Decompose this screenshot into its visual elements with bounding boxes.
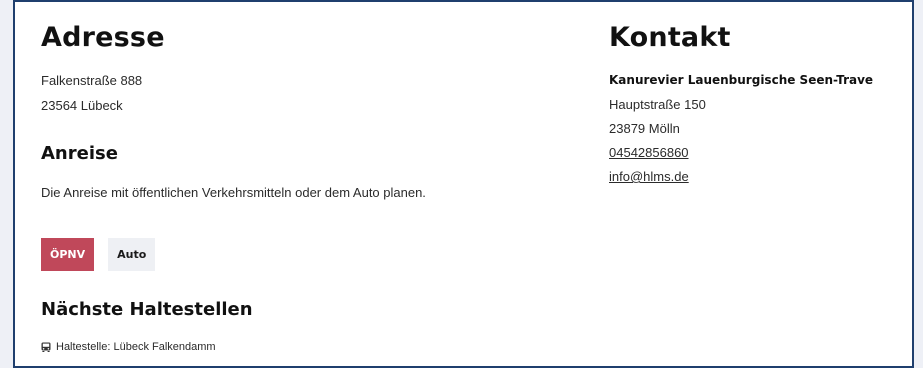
- address-street: Falkenstraße 888: [41, 73, 143, 88]
- location-card: Adresse Falkenstraße 888 23564 Lübeck An…: [13, 0, 914, 368]
- auto-button[interactable]: Auto: [108, 238, 156, 271]
- transport-toggle: ÖPNV Auto: [41, 238, 156, 271]
- address-column: Adresse Falkenstraße 888 23564 Lübeck An…: [41, 22, 511, 353]
- address-city: 23564 Lübeck: [41, 98, 123, 113]
- contact-column: Kontakt Kanurevier Lauenburgische Seen-T…: [609, 24, 909, 192]
- address-heading: Adresse: [41, 22, 165, 53]
- list-item: Haltestelle: Lübeck Falkendamm: [41, 340, 216, 354]
- oepnv-button[interactable]: ÖPNV: [41, 238, 95, 271]
- contact-org: Kanurevier Lauenburgische Seen-Trave: [609, 73, 874, 87]
- phone-link[interactable]: 04542856860: [609, 145, 689, 160]
- stops-heading: Nächste Haltestellen: [41, 299, 253, 320]
- stop-label: Haltestelle: Lübeck Falkendamm: [56, 341, 216, 353]
- contact-street: Hauptstraße 150: [609, 97, 706, 112]
- bus-icon: [41, 342, 51, 352]
- contact-heading: Kontakt: [609, 22, 731, 53]
- contact-block: Kanurevier Lauenburgische Seen-Trave Hau…: [609, 72, 909, 185]
- address-block: Falkenstraße 888 23564 Lübeck: [41, 72, 511, 114]
- anreise-description: Die Anreise mit öffentlichen Verkehrsmit…: [41, 185, 426, 200]
- anreise-heading: Anreise: [41, 143, 118, 164]
- email-link[interactable]: info@hlms.de: [609, 169, 689, 184]
- contact-city: 23879 Mölln: [609, 121, 680, 136]
